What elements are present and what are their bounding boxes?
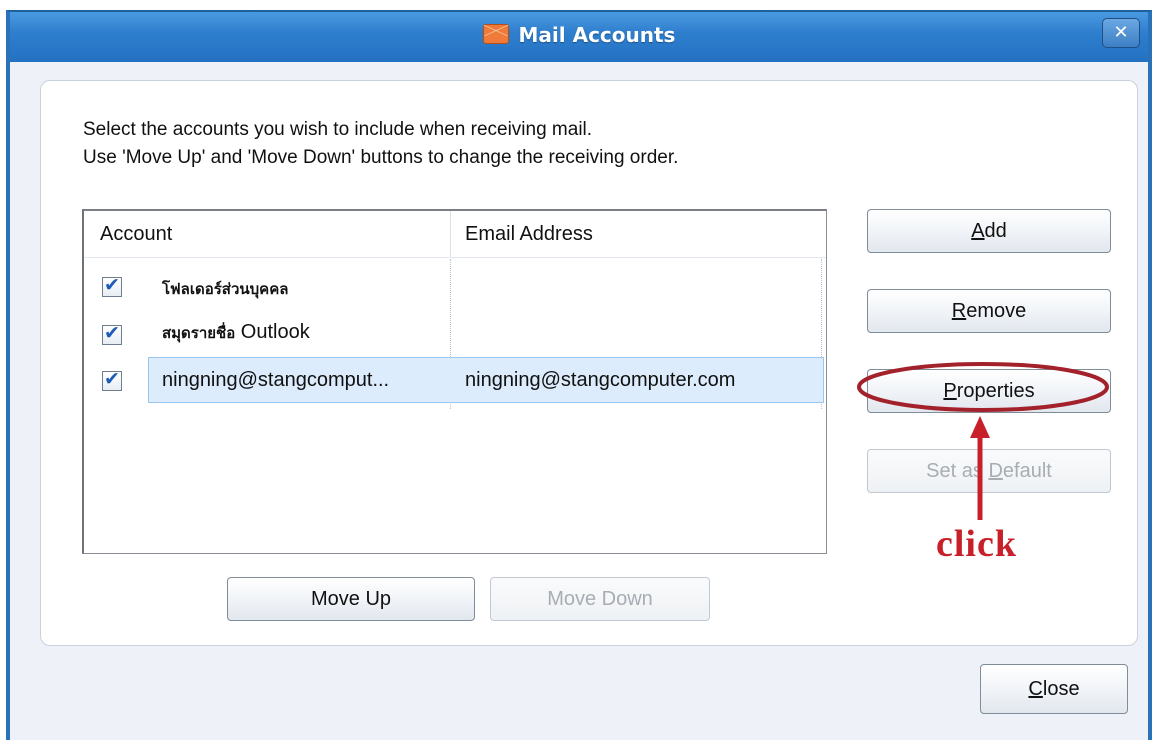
title-bar[interactable]: Mail Accounts ✕ — [10, 12, 1148, 62]
account-checkbox[interactable] — [102, 322, 122, 345]
window-title: Mail Accounts — [10, 23, 1148, 47]
account-name-thai: สมุดรายชื่อ — [162, 324, 236, 342]
close-mnemonic: C — [1028, 678, 1043, 700]
move-down-button[interactable]: Move Down — [490, 577, 710, 621]
account-name: สมุดรายชื่อ Outlook — [162, 321, 310, 343]
default-mnemonic: D — [988, 460, 1003, 482]
remove-button[interactable]: Remove — [867, 289, 1111, 333]
mail-envelope-icon — [482, 24, 509, 44]
column-divider[interactable] — [450, 211, 451, 257]
account-email: ningning@stangcomputer.com — [465, 369, 736, 391]
account-checkbox[interactable] — [102, 274, 122, 297]
properties-mnemonic: P — [943, 380, 957, 402]
column-header-email[interactable]: Email Address — [465, 223, 593, 246]
set-as-default-button[interactable]: Set as Default — [867, 449, 1111, 493]
click-annotation: click — [936, 523, 1017, 565]
accounts-list[interactable]: Account Email Address โฟลเดอร์ส่วนบุคคล … — [82, 209, 827, 554]
close-button[interactable]: Close — [980, 664, 1128, 714]
remove-mnemonic: R — [951, 300, 967, 322]
table-row[interactable]: ningning@stangcomput... ningning@stangco… — [84, 357, 826, 403]
add-button[interactable]: Add — [867, 209, 1111, 253]
column-header-row: Account Email Address — [84, 211, 826, 258]
account-name: ningning@stangcomput... — [162, 369, 390, 391]
mail-accounts-window: Mail Accounts ✕ Select the accounts you … — [6, 10, 1152, 740]
add-mnemonic: A — [971, 220, 985, 242]
account-checkbox[interactable] — [102, 368, 122, 391]
instruction-line-1: Select the accounts you wish to include … — [83, 119, 593, 140]
move-up-button[interactable]: Move Up — [227, 577, 475, 621]
account-name: โฟลเดอร์ส่วนบุคคล — [162, 280, 289, 298]
properties-button[interactable]: Properties — [867, 369, 1111, 413]
instruction-line-2: Use 'Move Up' and 'Move Down' buttons to… — [83, 147, 679, 168]
close-window-button[interactable]: ✕ — [1102, 18, 1140, 48]
table-row[interactable]: โฟลเดอร์ส่วนบุคคล — [84, 269, 826, 315]
instructions: Select the accounts you wish to include … — [83, 116, 678, 172]
window-title-text: Mail Accounts — [518, 23, 676, 47]
column-header-account[interactable]: Account — [100, 223, 172, 246]
